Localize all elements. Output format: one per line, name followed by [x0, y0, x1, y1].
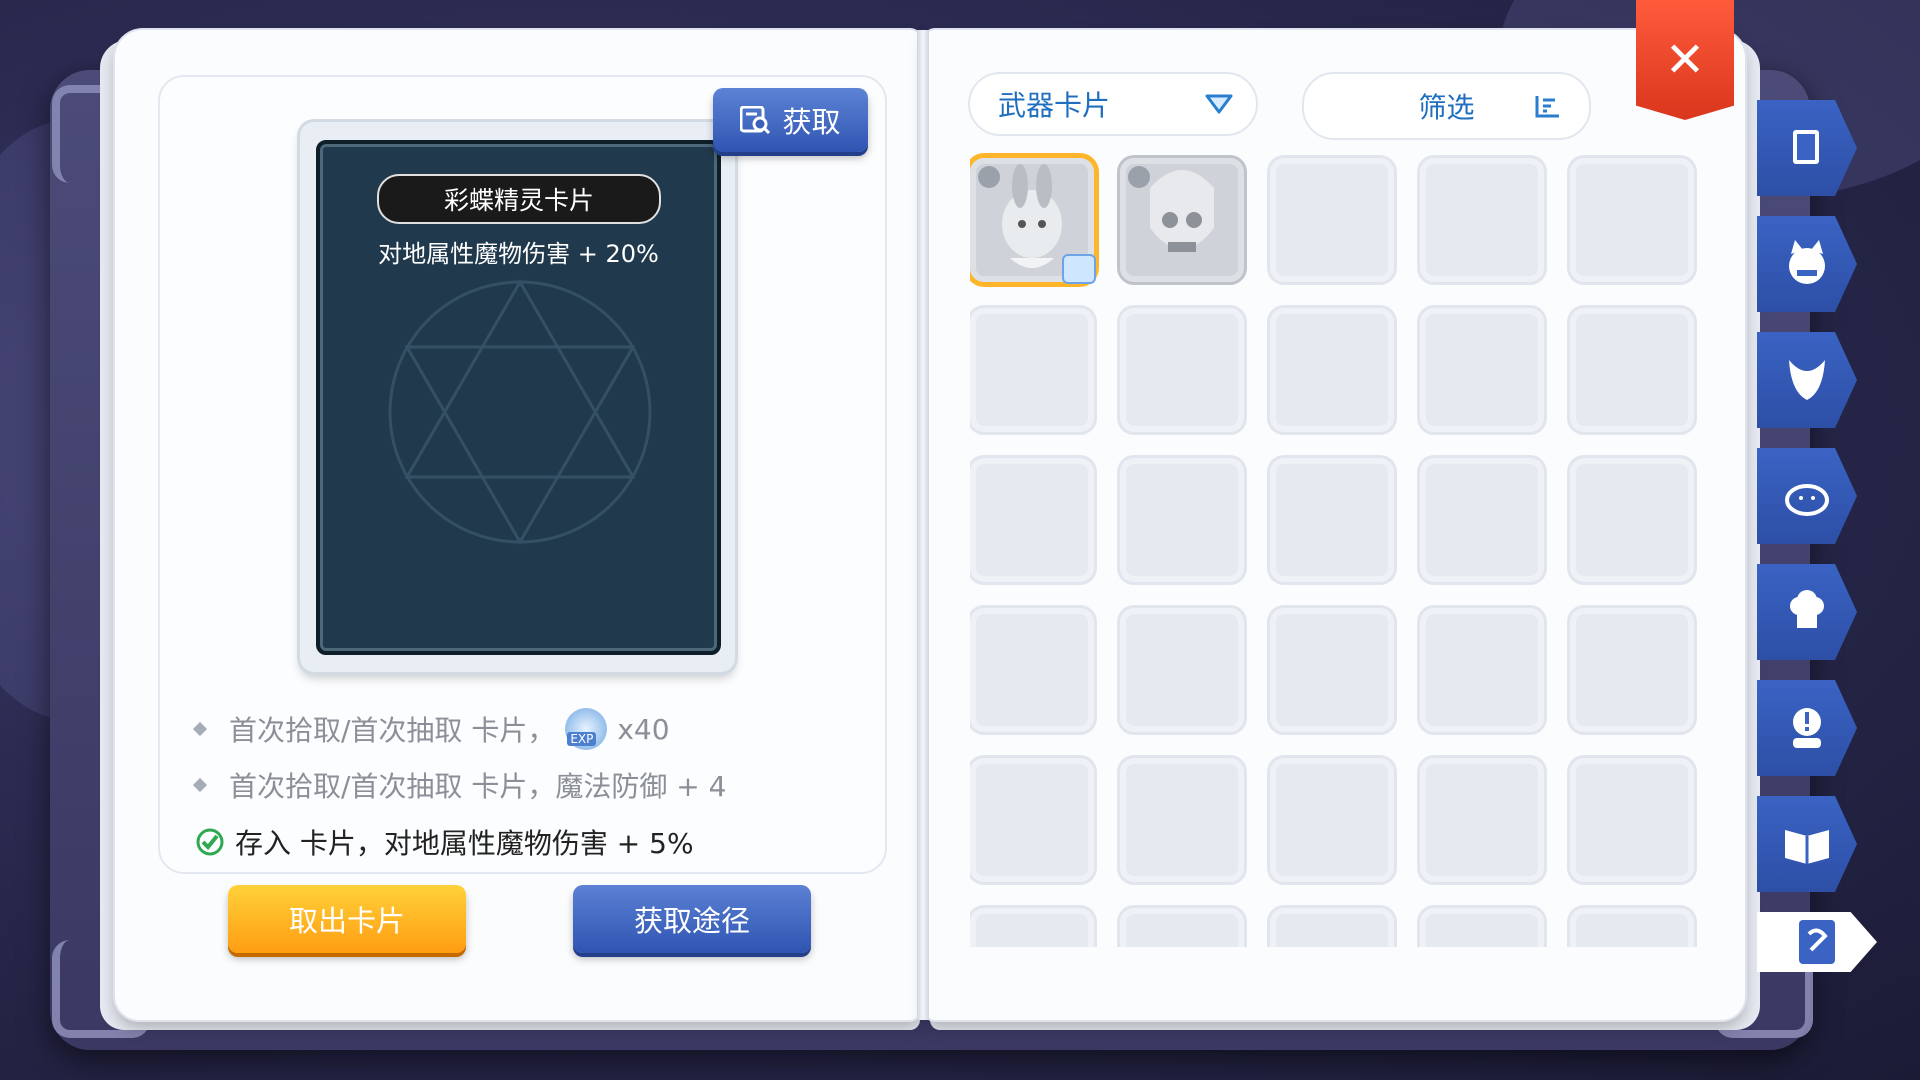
card-slot[interactable] — [1270, 458, 1394, 582]
card-slot[interactable] — [1270, 908, 1394, 947]
side-tab-slime[interactable] — [1757, 448, 1857, 544]
close-icon: ✕ — [1664, 32, 1706, 88]
card-slot[interactable] — [1570, 908, 1694, 947]
side-tab-horned-helmet[interactable] — [1757, 332, 1857, 428]
card-slot[interactable] — [970, 758, 1094, 882]
card-slot[interactable] — [1270, 758, 1394, 882]
bullet-icon — [192, 721, 208, 737]
check-circle-icon — [196, 828, 224, 856]
acquire-path-label: 获取途径 — [633, 904, 750, 938]
sword-badge-icon — [1128, 166, 1150, 188]
card-slot[interactable] — [1120, 758, 1244, 882]
card-grid — [970, 150, 1705, 947]
triangle-down-icon — [1205, 94, 1233, 114]
book-icon — [1793, 130, 1819, 164]
card-slot[interactable] — [970, 908, 1094, 947]
get-button-label: 获取 — [782, 105, 841, 139]
side-tab-chef-hat[interactable] — [1757, 564, 1857, 660]
card-slot[interactable] — [1420, 758, 1544, 882]
side-tab-open-book[interactable] — [1757, 796, 1857, 892]
chef-hat-icon — [1790, 590, 1824, 628]
card-slot[interactable] — [970, 608, 1094, 732]
card-slot[interactable] — [1120, 158, 1244, 282]
card-name: 彩蝶精灵卡片 — [443, 186, 594, 215]
reward-line: 首次拾取/首次抽取 卡片， EXP x40 — [192, 708, 670, 750]
filter-icon — [1535, 96, 1559, 118]
card-slot[interactable] — [1570, 458, 1694, 582]
stored-bonus-line: 存入 卡片，对地属性魔物伤害 + 5% — [195, 822, 694, 862]
exp-badge: EXP — [567, 732, 597, 746]
card-face: 彩蝶精灵卡片 对地属性魔物伤害 + 20% — [316, 140, 721, 655]
card-effect: 对地属性魔物伤害 + 20% — [378, 240, 659, 268]
reward-line-text: 首次拾取/首次抽取 卡片， — [229, 714, 556, 747]
card-slot[interactable] — [1420, 158, 1544, 282]
card-slot[interactable] — [1420, 608, 1544, 732]
close-button[interactable]: ✕ — [1636, 0, 1734, 120]
card-slot[interactable] — [970, 158, 1096, 284]
side-tab-cat-face[interactable] — [1757, 216, 1857, 312]
acquire-path-button[interactable]: 获取途径 — [573, 885, 811, 953]
take-out-card-button[interactable]: 取出卡片 — [228, 885, 466, 953]
card-slot[interactable] — [1270, 608, 1394, 732]
card-album-icon — [1799, 920, 1835, 964]
side-tab-alert-head[interactable] — [1757, 680, 1857, 776]
card-slot[interactable] — [1420, 908, 1544, 947]
reward-line-text: 首次拾取/首次抽取 卡片，魔法防御 + 4 — [229, 770, 727, 803]
alert-head-icon — [1793, 708, 1821, 748]
slime-icon — [1785, 484, 1829, 516]
stored-bonus-text: 存入 卡片，对地属性魔物伤害 + 5% — [235, 827, 694, 860]
get-button[interactable]: 获取 — [713, 88, 868, 152]
take-out-card-label: 取出卡片 — [288, 904, 405, 938]
card-slot[interactable] — [1120, 308, 1244, 432]
inbox-icon — [1062, 254, 1096, 284]
card-slot[interactable] — [1420, 308, 1544, 432]
card-slot[interactable] — [1270, 158, 1394, 282]
bullet-icon — [192, 777, 208, 793]
filter-label: 筛选 — [1418, 91, 1475, 124]
open-book-icon — [1785, 830, 1829, 864]
exp-orb-icon: EXP — [565, 708, 608, 750]
card-slot[interactable] — [970, 308, 1094, 432]
card-slot[interactable] — [970, 458, 1094, 582]
card-slot[interactable] — [1120, 908, 1244, 947]
search-list-icon — [740, 106, 771, 134]
book-spine — [917, 30, 929, 1020]
filter-button[interactable]: 筛选 — [1302, 72, 1591, 140]
card-preview: 彩蝶精灵卡片 对地属性魔物伤害 + 20% — [300, 122, 735, 672]
card-slot[interactable] — [1570, 608, 1694, 732]
card-slot[interactable] — [1420, 458, 1544, 582]
card-slot[interactable] — [1270, 308, 1394, 432]
category-value: 武器卡片 — [998, 89, 1111, 122]
card-slot[interactable] — [1570, 758, 1694, 882]
category-dropdown[interactable]: 武器卡片 — [968, 72, 1258, 136]
cat-face-icon — [1789, 240, 1825, 284]
reward-line: 首次拾取/首次抽取 卡片，魔法防御 + 4 — [192, 765, 727, 805]
card-slot[interactable] — [1570, 158, 1694, 282]
side-tab-card-album[interactable] — [1757, 912, 1877, 972]
card-slot[interactable] — [1570, 308, 1694, 432]
horned-helmet-icon — [1789, 360, 1825, 400]
card-name-plate: 彩蝶精灵卡片 — [377, 174, 661, 224]
card-slot[interactable] — [1120, 608, 1244, 732]
sword-badge-icon — [978, 166, 1000, 188]
reward-amount: x40 — [617, 712, 670, 746]
card-slot[interactable] — [1120, 458, 1244, 582]
